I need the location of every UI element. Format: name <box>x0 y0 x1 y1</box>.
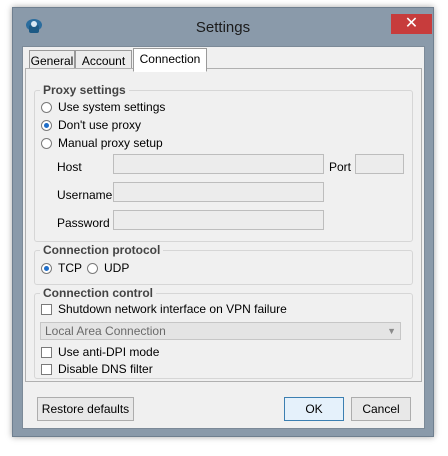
dialog-body: General Account Connection Proxy setting… <box>22 46 425 429</box>
cancel-button[interactable]: Cancel <box>351 397 411 421</box>
radio-label: Use system settings <box>58 100 166 114</box>
radio-tcp[interactable]: TCP <box>41 260 82 276</box>
checkbox-label: Disable DNS filter <box>58 362 153 376</box>
password-field[interactable] <box>113 210 324 230</box>
network-adapter-dropdown[interactable]: Local Area Connection ▼ <box>40 322 401 340</box>
chevron-down-icon: ▼ <box>387 326 396 336</box>
checkbox-label: Use anti-DPI mode <box>58 345 160 359</box>
radio-button-selected[interactable] <box>41 262 52 274</box>
host-label: Host <box>57 160 82 174</box>
proxy-settings-title: Proxy settings <box>40 83 129 97</box>
port-label: Port <box>329 160 352 174</box>
host-field[interactable] <box>113 154 324 174</box>
password-label: Password <box>57 216 110 230</box>
checkbox[interactable] <box>41 363 52 375</box>
dropdown-value: Local Area Connection <box>45 324 166 338</box>
checkbox-anti-dpi[interactable]: Use anti-DPI mode <box>41 344 159 360</box>
connection-protocol-group: Connection protocol TCP UDP <box>34 243 413 285</box>
connection-protocol-title: Connection protocol <box>40 243 164 257</box>
connection-control-title: Connection control <box>40 286 156 300</box>
username-label: Username <box>57 188 113 202</box>
connection-control-group: Connection control Shutdown network inte… <box>34 286 413 379</box>
restore-defaults-button[interactable]: Restore defaults <box>37 397 134 421</box>
radio-manual-proxy-setup[interactable]: Manual proxy setup <box>41 135 163 151</box>
close-button[interactable]: ✕ <box>391 14 432 34</box>
radio-dont-use-proxy[interactable]: Don't use proxy <box>41 117 141 133</box>
radio-use-system-settings[interactable]: Use system settings <box>41 99 165 115</box>
checkbox-shutdown-interface[interactable]: Shutdown network interface on VPN failur… <box>41 301 287 317</box>
radio-label: TCP <box>58 261 82 275</box>
settings-window: Settings ✕ General Account Connection Pr… <box>12 7 434 437</box>
radio-udp[interactable]: UDP <box>87 260 129 276</box>
checkbox[interactable] <box>41 346 52 358</box>
radio-label: UDP <box>104 261 130 275</box>
window-title: Settings <box>195 19 251 36</box>
radio-button[interactable] <box>87 262 98 274</box>
radio-label: Manual proxy setup <box>58 136 163 150</box>
radio-button[interactable] <box>41 101 52 113</box>
title-bar[interactable]: Settings ✕ <box>13 8 433 46</box>
ok-button[interactable]: OK <box>284 397 344 421</box>
username-field[interactable] <box>113 182 324 202</box>
radio-label: Don't use proxy <box>58 118 141 132</box>
radio-button-selected[interactable] <box>41 119 52 131</box>
radio-button[interactable] <box>41 137 52 149</box>
port-field[interactable] <box>355 154 404 174</box>
connection-panel: Proxy settings Use system settings Don't… <box>25 68 422 382</box>
tab-connection[interactable]: Connection <box>133 48 207 72</box>
proxy-settings-group: Proxy settings Use system settings Don't… <box>34 83 413 242</box>
checkbox-label: Shutdown network interface on VPN failur… <box>58 302 287 316</box>
checkbox[interactable] <box>41 303 52 315</box>
checkbox-disable-dns-filter[interactable]: Disable DNS filter <box>41 361 153 377</box>
